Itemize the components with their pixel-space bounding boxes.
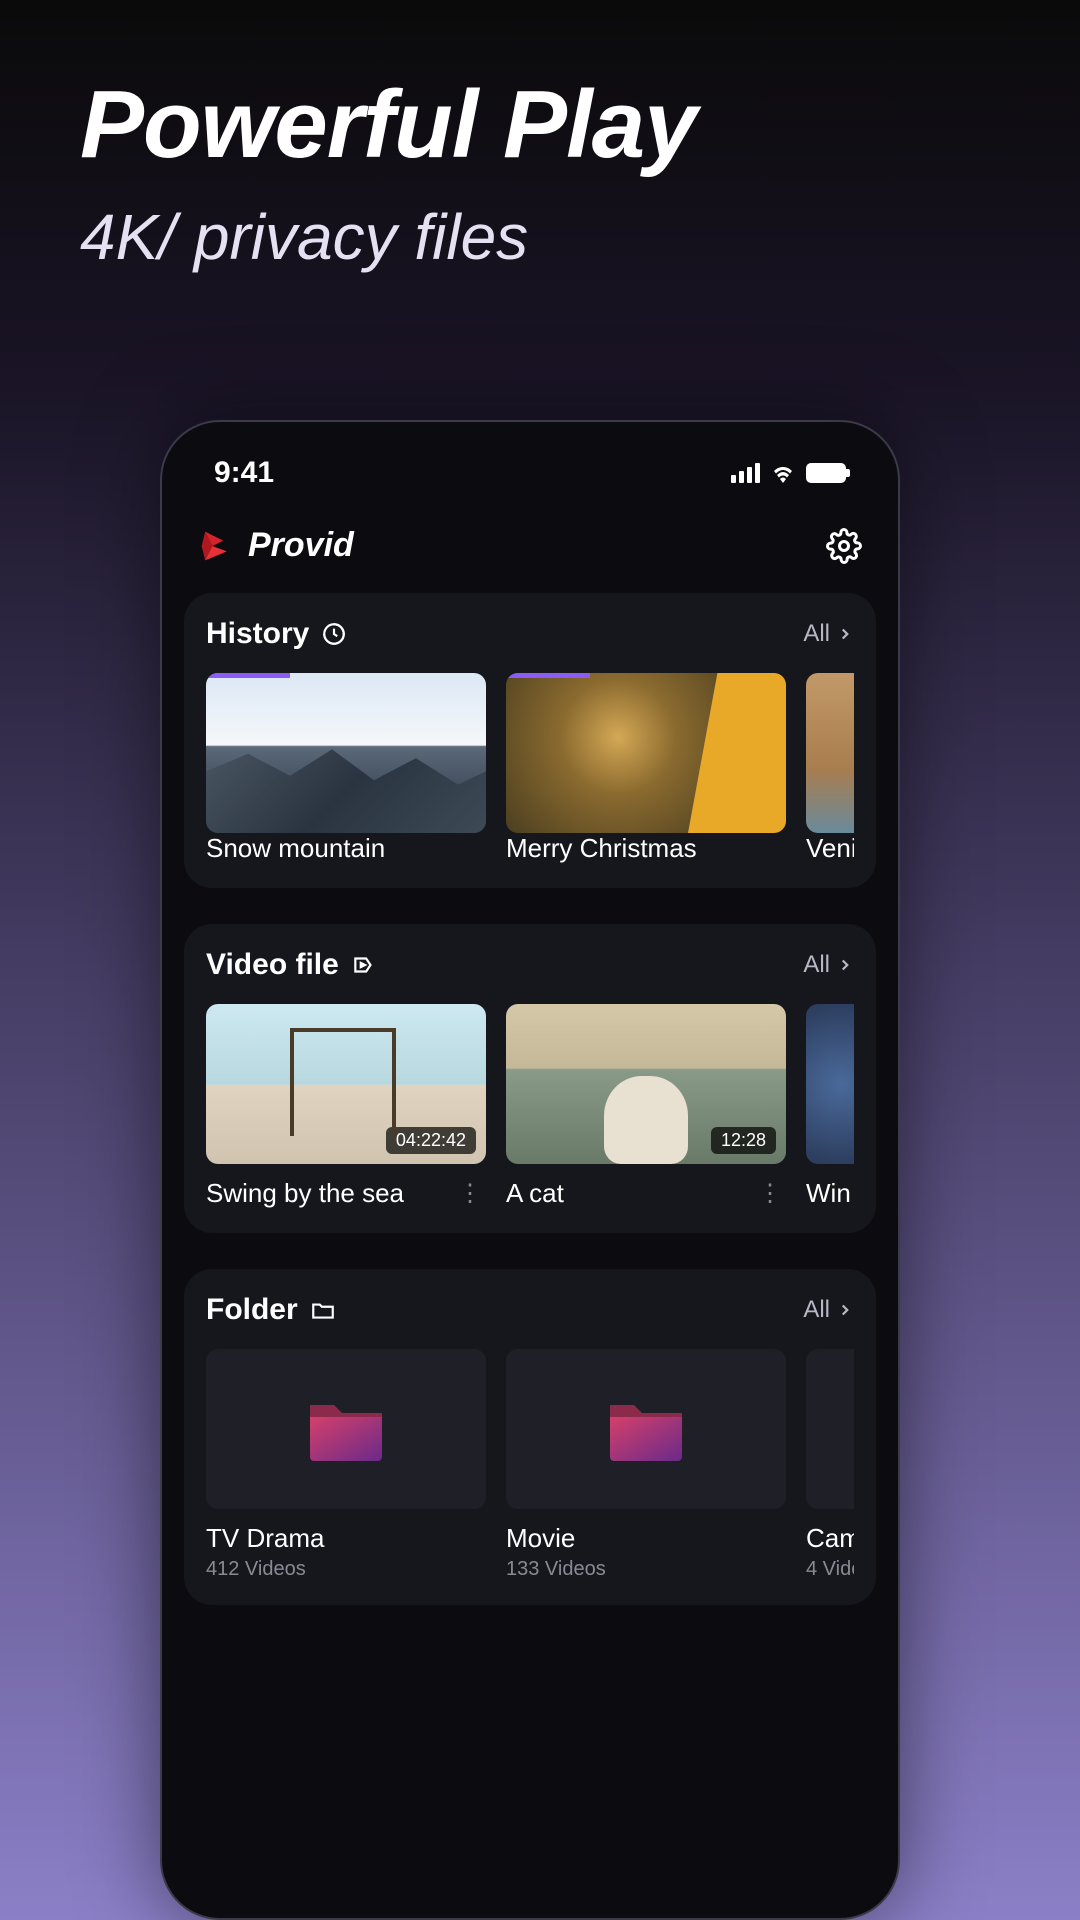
video-thumbnail	[806, 1004, 854, 1164]
video-title: A cat	[506, 1178, 564, 1209]
video-item[interactable]: Win	[806, 1004, 854, 1209]
folder-item[interactable]: TV Drama 412 Videos	[206, 1349, 486, 1581]
folder-thumbnail	[806, 1349, 854, 1509]
folder-count: 412 Videos	[206, 1558, 486, 1581]
folder-item[interactable]: Cam 4 Vide	[806, 1349, 854, 1581]
video-duration: 02:28	[411, 796, 476, 823]
status-icons	[731, 463, 846, 483]
folder-thumbnail	[206, 1349, 486, 1509]
app-logo-icon	[198, 528, 234, 564]
history-item[interactable]: Veni	[806, 673, 854, 864]
video-item[interactable]: 04:22:42 Swing by the sea ⋮	[206, 1004, 486, 1209]
battery-icon	[806, 463, 846, 483]
history-card: History All 02:28 Snow mountain 04:28 Me…	[184, 593, 876, 888]
chevron-right-icon	[836, 625, 854, 643]
video-thumbnail: 02:28	[206, 673, 486, 833]
video-thumbnail: 04:28	[506, 673, 786, 833]
more-menu-icon[interactable]: ⋮	[454, 1179, 486, 1208]
folder-item[interactable]: Movie 133 Videos	[506, 1349, 786, 1581]
folder-name: Movie	[506, 1523, 786, 1554]
status-time: 9:41	[214, 456, 274, 490]
video-title: Snow mountain	[206, 833, 486, 864]
folder-title: Folder	[206, 1293, 336, 1327]
history-item[interactable]: 02:28 Snow mountain	[206, 673, 486, 864]
wifi-icon	[770, 463, 796, 483]
video-title: Win	[806, 1178, 851, 1209]
chevron-right-icon	[836, 1301, 854, 1319]
video-title: Veni	[806, 833, 854, 864]
more-menu-icon[interactable]: ⋮	[754, 1179, 786, 1208]
video-all-link[interactable]: All	[803, 951, 854, 979]
video-duration: 04:28	[711, 796, 776, 823]
video-duration: 04:22:42	[386, 1127, 476, 1154]
video-item[interactable]: 12:28 A cat ⋮	[506, 1004, 786, 1209]
folder-graphic-icon	[306, 1397, 386, 1461]
folder-all-link[interactable]: All	[803, 1296, 854, 1324]
video-thumbnail: 12:28	[506, 1004, 786, 1164]
folder-card: Folder All TV Drama 412 Videos Movie	[184, 1269, 876, 1605]
video-thumbnail	[806, 673, 854, 833]
settings-icon[interactable]	[826, 528, 862, 564]
history-title: History	[206, 617, 347, 651]
folder-thumbnail	[506, 1349, 786, 1509]
promo-title: Powerful Play	[0, 0, 1080, 180]
folder-count: 133 Videos	[506, 1558, 786, 1581]
video-thumbnail: 04:22:42	[206, 1004, 486, 1164]
app-name: Provid	[248, 526, 354, 565]
chevron-right-icon	[836, 956, 854, 974]
video-title: Swing by the sea	[206, 1178, 404, 1209]
video-duration: 12:28	[711, 1127, 776, 1154]
video-file-card: Video file All 04:22:42 Swing by the sea…	[184, 924, 876, 1233]
promo-subtitle: 4K/ privacy files	[0, 180, 1080, 274]
cellular-icon	[731, 463, 760, 483]
video-title: Merry Christmas	[506, 833, 786, 864]
phone-frame: 9:41 Provid History All	[160, 420, 900, 1920]
folder-icon	[310, 1297, 336, 1323]
history-item[interactable]: 04:28 Merry Christmas	[506, 673, 786, 864]
video-file-title: Video file	[206, 948, 377, 982]
folder-name: Cam	[806, 1523, 854, 1554]
folder-count: 4 Vide	[806, 1558, 854, 1581]
folder-name: TV Drama	[206, 1523, 486, 1554]
app-header: Provid	[184, 510, 876, 593]
history-all-link[interactable]: All	[803, 620, 854, 648]
play-tag-icon	[351, 952, 377, 978]
history-icon	[321, 621, 347, 647]
status-bar: 9:41	[184, 446, 876, 510]
folder-graphic-icon	[606, 1397, 686, 1461]
